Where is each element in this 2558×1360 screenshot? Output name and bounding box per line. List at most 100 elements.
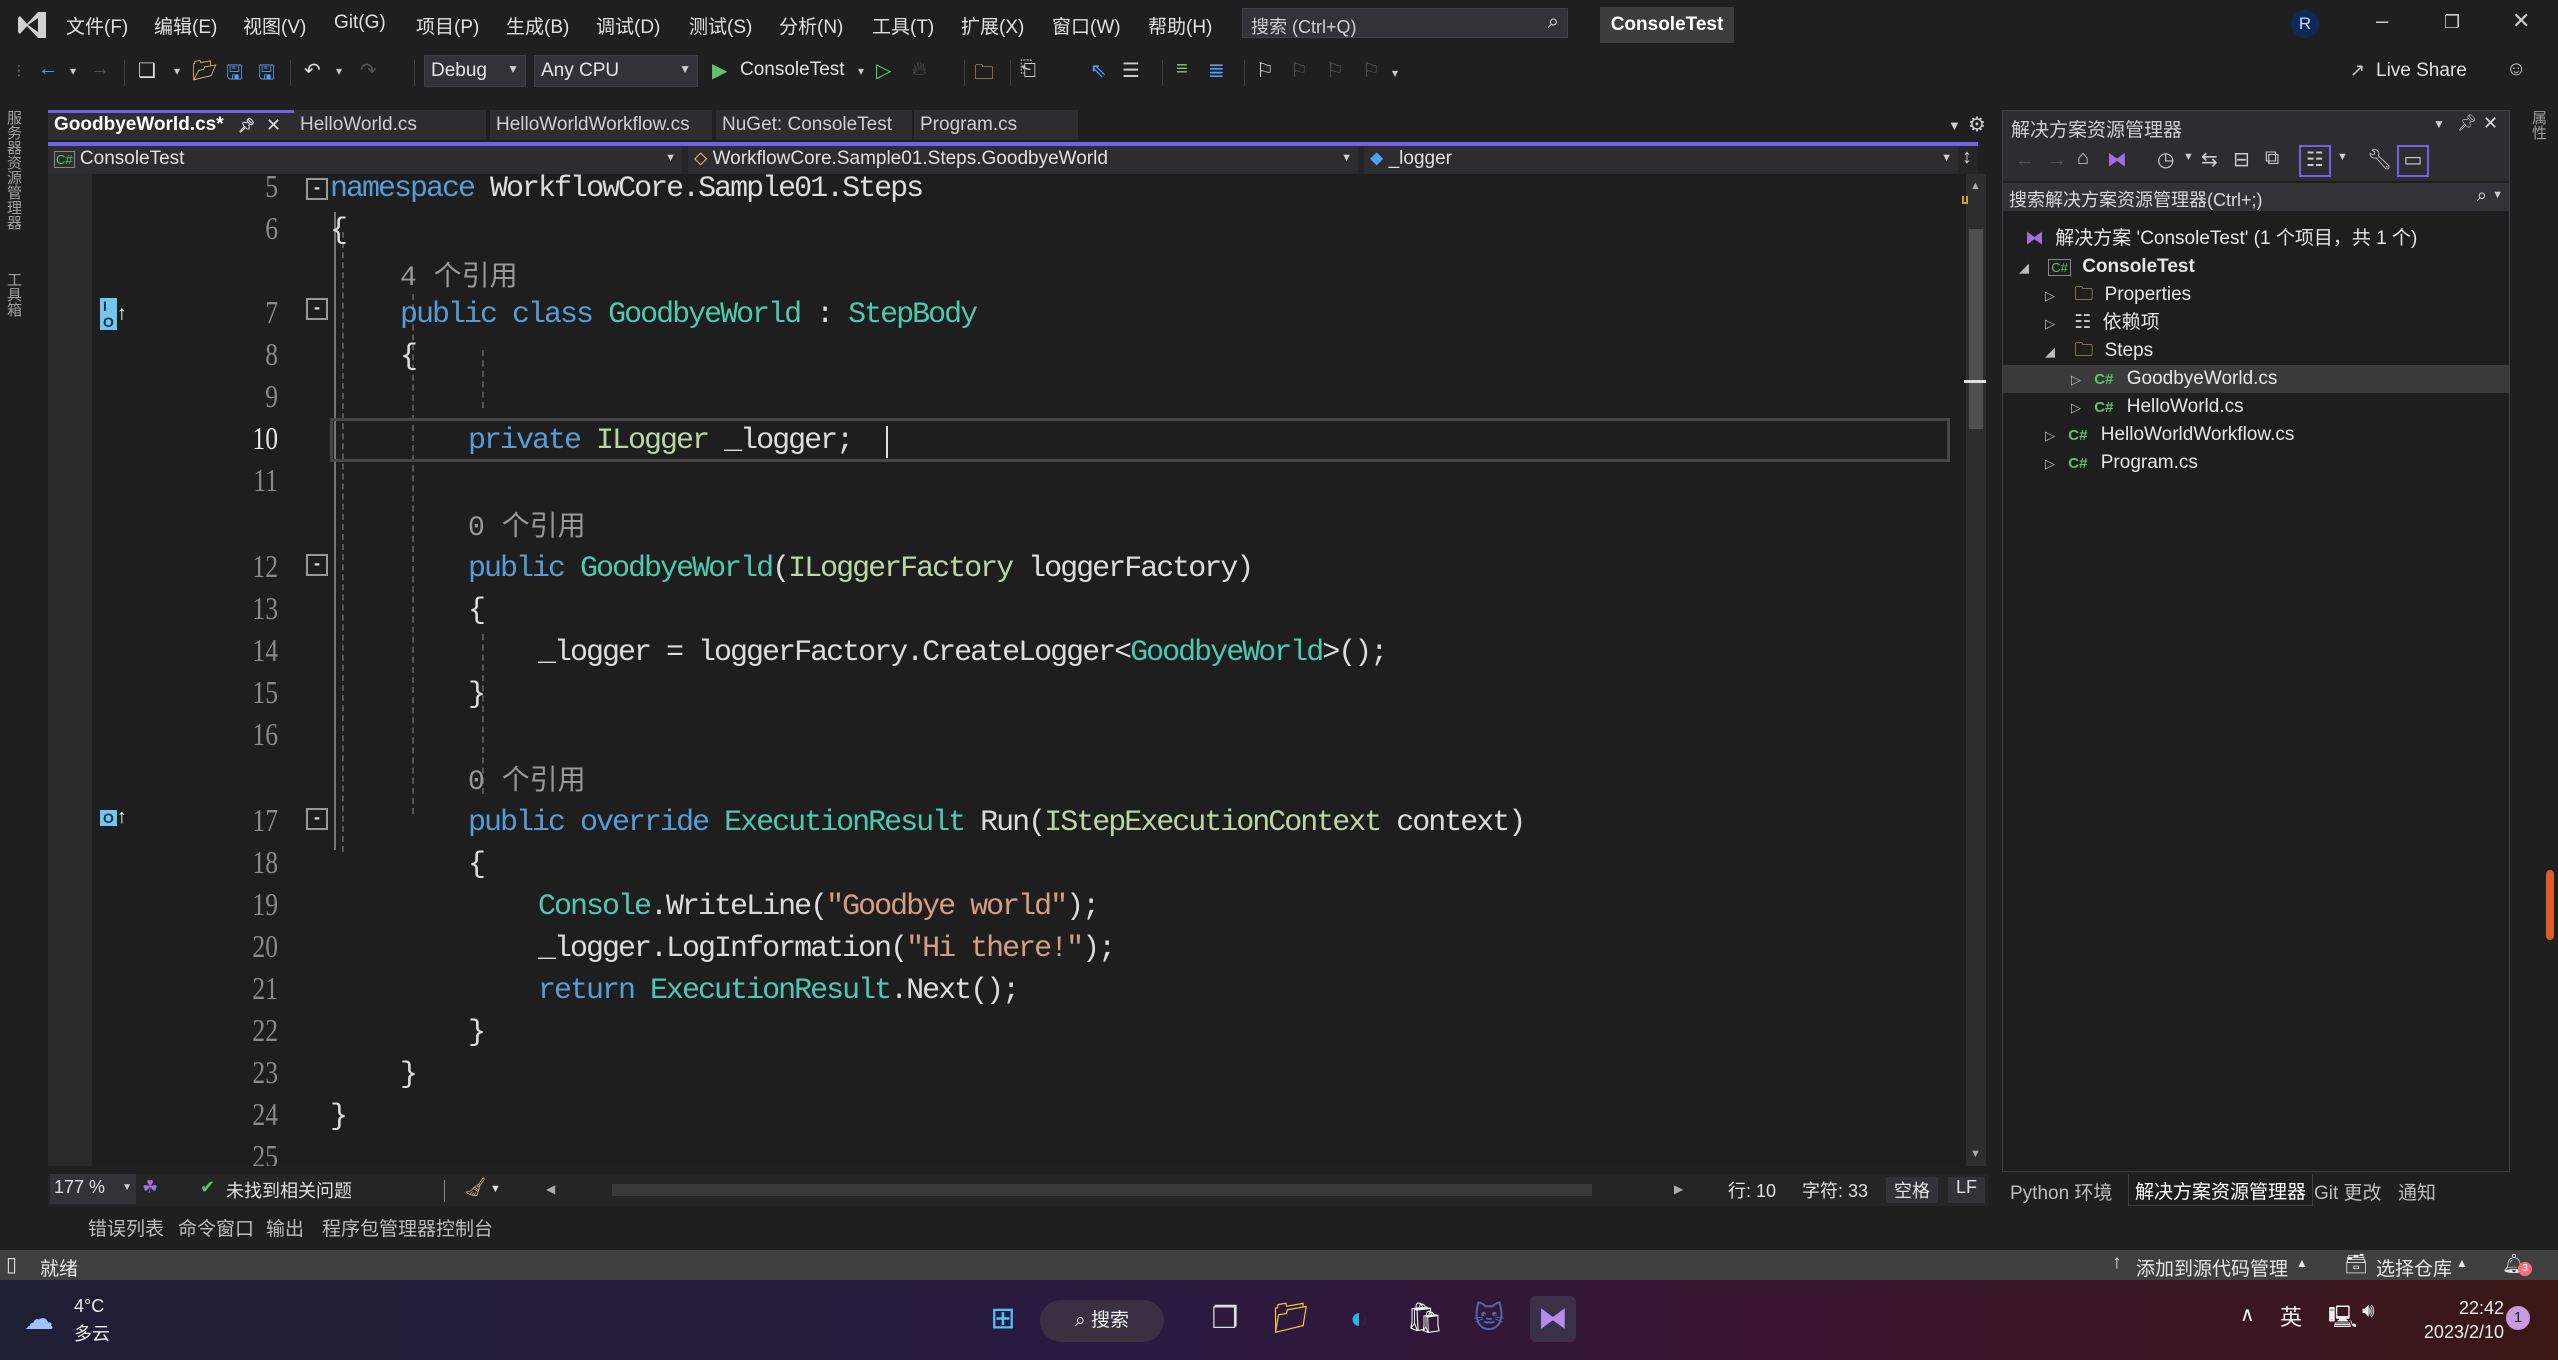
menu-file[interactable]: 文件(F) — [66, 12, 128, 39]
solution-explorer-search-input[interactable]: 搜索解决方案资源管理器(Ctrl+;) ⌕ ▼ — [2003, 183, 2509, 211]
edge-browser-icon[interactable]: ◐ — [1336, 1296, 1382, 1342]
whitespace-indicator[interactable]: 空格 — [1886, 1177, 1938, 1203]
weather-temperature[interactable]: 4°C — [74, 1296, 104, 1317]
tree-solution[interactable]: ⧓ 解决方案 'ConsoleTest' (1 个项目，共 1 个) — [2025, 225, 2417, 253]
tab-list-dropdown-icon[interactable]: ▼ — [1948, 118, 1961, 133]
back-dropdown-icon[interactable]: ▾ — [70, 64, 76, 78]
project-dropdown[interactable]: C# ConsoleTest ▼ — [48, 146, 682, 174]
clear-bookmarks-icon[interactable]: ⚐ — [1362, 58, 1380, 83]
toolbar-overflow-icon[interactable]: ▾ — [1392, 66, 1398, 80]
code-editor[interactable]: I O ↑ O ↑ - - - - 5 6 7 8 9 10 11 12 13 14 … — [48, 174, 1966, 1166]
show-all-files-icon[interactable]: ⧉ — [2265, 147, 2279, 170]
menu-help[interactable]: 帮助(H) — [1148, 12, 1212, 39]
split-window-icon[interactable]: ↕ — [1962, 146, 1972, 169]
restore-button[interactable]: ❐ — [2444, 12, 2460, 33]
save-icon[interactable]: 🖫︎ — [226, 58, 243, 92]
tab-python-environments[interactable]: Python 环境 — [2010, 1178, 2112, 1205]
minimize-button[interactable]: – — [2376, 8, 2388, 34]
tree-project[interactable]: ◢ C# ConsoleTest — [2019, 253, 2195, 281]
run-dropdown-icon[interactable]: ▾ — [858, 64, 864, 78]
home-icon[interactable]: ⌂ — [2077, 147, 2089, 170]
editor-vertical-scrollbar[interactable]: ▲ ▼ — [1962, 174, 1986, 1166]
type-dropdown[interactable]: ⬦ WorkflowCore.Sample01.Steps.GoodbyeWor… — [688, 146, 1358, 174]
global-search-input[interactable]: 搜索 (Ctrl+Q) ⌕ — [1242, 8, 1568, 38]
show-hidden-icons-icon[interactable]: ∧ — [2240, 1302, 2255, 1327]
sync-icon[interactable]: ⇆ — [2201, 147, 2218, 172]
collapsed-arrow-icon[interactable]: ▷ — [2045, 450, 2063, 478]
start-without-debugging-icon[interactable]: ▷ — [876, 58, 891, 83]
editor-horizontal-scrollbar[interactable] — [612, 1184, 1592, 1196]
line-indicator[interactable]: 行: 10 — [1728, 1177, 1776, 1203]
pin-icon[interactable]: 📌︎ — [2457, 113, 2477, 133]
menu-tools[interactable]: 工具(T) — [872, 12, 934, 39]
menu-edit[interactable]: 编辑(E) — [154, 12, 217, 39]
menu-test[interactable]: 测试(S) — [689, 12, 752, 39]
collapse-all-icon[interactable]: ⊟ — [2233, 147, 2250, 172]
menu-window[interactable]: 窗口(W) — [1052, 12, 1121, 39]
collapsed-arrow-icon[interactable]: ▷ — [2045, 310, 2063, 338]
pending-changes-filter-icon[interactable]: ◷ — [2157, 147, 2174, 172]
new-dropdown-icon[interactable]: ▾ — [174, 64, 180, 78]
close-button[interactable]: ✕ — [2512, 8, 2530, 34]
tree-item-dependencies[interactable]: ▷ ☷ 依赖项 — [2045, 309, 2160, 337]
weather-description[interactable]: 多云 — [74, 1320, 110, 1346]
tree-item-properties[interactable]: ▷ 🗀︎ Properties — [2045, 281, 2191, 309]
close-tab-icon[interactable]: ✕ — [266, 115, 281, 136]
scroll-up-icon[interactable]: ▲ — [1970, 180, 1981, 192]
panel-menu-icon[interactable]: ▼ — [2433, 117, 2445, 131]
menu-project[interactable]: 项目(P) — [416, 12, 479, 39]
navigate-forward-icon[interactable]: → — [90, 58, 110, 81]
navigate-back-icon[interactable]: ←︎ — [38, 58, 58, 81]
tree-item-program[interactable]: ▷ C# Program.cs — [2045, 449, 2198, 477]
expanded-arrow-icon[interactable]: ◢ — [2019, 254, 2037, 282]
microsoft-store-icon[interactable]: 🛍︎ — [1402, 1296, 1448, 1342]
undo-dropdown-icon[interactable]: ▾ — [336, 64, 342, 78]
tree-item-steps-folder[interactable]: ◢ 🗀︎ Steps — [2045, 337, 2153, 365]
next-bookmark-icon[interactable]: ⚐ — [1326, 58, 1344, 83]
override-glyph-icon[interactable]: O ↑ — [100, 806, 127, 829]
publish-icon[interactable]: ⎗ — [1020, 58, 1036, 81]
tab-helloworldworkflow[interactable]: HelloWorldWorkflow.cs — [490, 110, 712, 140]
server-explorer-tab[interactable]: 服务器资源管理器 — [3, 110, 24, 230]
open-folder-icon[interactable]: 📂︎ — [192, 58, 217, 83]
intellicode-icon[interactable]: ☘ — [142, 1177, 158, 1198]
feedback-icon[interactable]: ☺ — [2506, 58, 2526, 81]
codelens-references[interactable]: 4 个引用 — [400, 254, 518, 294]
collapse-constructor-button[interactable]: - — [306, 554, 328, 576]
app-icon[interactable]: 🐱︎ — [1466, 1296, 1512, 1342]
switch-views-icon[interactable]: ⧓ — [2107, 147, 2127, 172]
codelens-references[interactable]: 0 个引用 — [468, 758, 586, 798]
char-indicator[interactable]: 字符: 33 — [1802, 1177, 1868, 1203]
menu-build[interactable]: 生成(B) — [506, 12, 569, 39]
collapse-class-button[interactable]: - — [306, 298, 328, 320]
hot-reload-icon[interactable]: 🔥︎ — [912, 58, 927, 81]
uncomment-icon[interactable]: ≣ — [1208, 58, 1225, 83]
visual-studio-taskbar-icon[interactable]: ⧓ — [1530, 1296, 1576, 1342]
track-active-item-icon[interactable]: ▭ — [2397, 145, 2429, 177]
clock-date[interactable]: 2023/2/10 — [2414, 1322, 2504, 1343]
account-avatar[interactable]: R — [2291, 10, 2319, 38]
collapse-method-button[interactable]: - — [306, 808, 328, 830]
tree-item-goodbyeworld[interactable]: ▷ C# GoodbyeWorld.cs — [2071, 365, 2277, 393]
find-in-files-icon[interactable]: 🗀︎ — [974, 58, 994, 92]
format-document-icon[interactable]: ☰ — [1122, 58, 1140, 83]
select-element-icon[interactable]: ⇖ — [1090, 58, 1107, 83]
menu-extensions[interactable]: 扩展(X) — [961, 12, 1024, 39]
collapsed-arrow-icon[interactable]: ▷ — [2045, 422, 2063, 450]
properties-wrench-icon[interactable]: 🔧︎ — [2367, 147, 2392, 172]
zoom-select[interactable]: 177 % ▼ — [50, 1174, 136, 1204]
line-ending-indicator[interactable]: LF — [1948, 1177, 1986, 1203]
chevron-down-icon[interactable]: ▼ — [2183, 151, 2194, 163]
tab-command-window[interactable]: 命令窗口 — [178, 1214, 254, 1241]
chevron-down-icon[interactable]: ▼ — [2337, 151, 2348, 163]
chevron-down-icon[interactable]: ▼ — [490, 1183, 501, 1195]
toolbox-tab[interactable]: 工具箱 — [3, 272, 24, 317]
scroll-right-icon[interactable]: ▶ — [1674, 1182, 1683, 1196]
previous-bookmark-icon[interactable]: ⚐ — [1290, 58, 1308, 83]
expanded-arrow-icon[interactable]: ◢ — [2045, 338, 2063, 366]
tab-nuget-consoletest[interactable]: NuGet: ConsoleTest — [716, 110, 912, 140]
task-view-icon[interactable]: ❐ — [1202, 1296, 1248, 1342]
notification-center-badge[interactable]: 1 — [2506, 1306, 2530, 1330]
code-cleanup-icon[interactable]: 🧹︎ — [464, 1177, 487, 1198]
pin-icon[interactable]: 📌︎ — [238, 117, 256, 134]
